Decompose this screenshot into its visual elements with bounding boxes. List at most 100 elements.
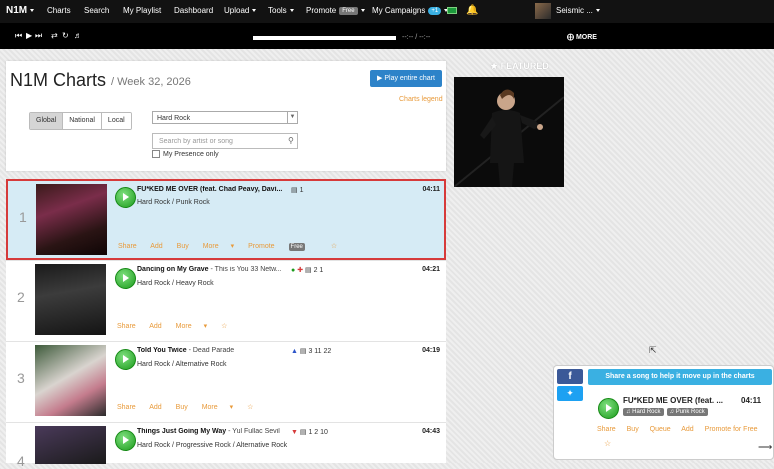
featured-label: FEATURED — [500, 61, 549, 71]
nav-charts[interactable]: Charts — [47, 6, 71, 15]
more-dropdown[interactable]: More ▾ — [203, 243, 234, 250]
tab-national[interactable]: National — [63, 113, 102, 129]
play-entire-chart-button[interactable]: ▶ Play entire chart — [370, 70, 442, 87]
song-title[interactable]: Told You Twice - Dead Parade — [137, 347, 234, 354]
stats-value: 3 11 22 — [308, 348, 332, 355]
star-icon[interactable]: ☆ — [221, 323, 227, 330]
add-link[interactable]: Add — [150, 243, 162, 250]
play-button[interactable] — [115, 268, 136, 289]
star-icon[interactable]: ☆ — [247, 404, 253, 411]
prev-icon[interactable]: ⏮ — [15, 31, 22, 41]
chart-row[interactable]: 4 Things Just Going My Way - Yul Fullac … — [6, 422, 446, 469]
queue-link[interactable]: Queue — [650, 426, 671, 433]
chart-row[interactable]: 2 Dancing on My Grave - This is You 33 N… — [6, 260, 446, 341]
genre-tag[interactable]: ♫ Hard Rock — [623, 408, 664, 416]
play-button[interactable] — [115, 430, 136, 451]
cover-art[interactable] — [35, 426, 106, 464]
more-label: More — [201, 404, 218, 411]
top-navbar: N1M Charts Search My Playlist Dashboard … — [0, 0, 774, 23]
bell-icon[interactable]: 🔔 — [466, 5, 478, 16]
promote-link[interactable]: Promote Free — [248, 243, 317, 251]
chart-icon: ▤ — [299, 429, 307, 436]
cover-art[interactable] — [35, 345, 106, 416]
repeat-icon[interactable]: ↻ — [62, 31, 69, 40]
scope-tabs: Global National Local — [29, 112, 132, 130]
add-link[interactable]: Add — [149, 404, 161, 411]
song-title[interactable]: Things Just Going My Way - Yul Fullac Se… — [137, 428, 280, 435]
play-button[interactable] — [115, 187, 136, 208]
share-link[interactable]: Share — [118, 243, 137, 250]
brand-label: N1M — [6, 5, 28, 16]
genre-tag[interactable]: ♫ Punk Rock — [666, 408, 708, 416]
more-label: More — [202, 243, 219, 250]
star-icon[interactable]: ☆ — [604, 439, 611, 448]
play-button[interactable] — [115, 349, 136, 370]
nav-my-playlist[interactable]: My Playlist — [123, 6, 161, 15]
stats-value: 2 1 — [313, 267, 324, 274]
featured-image[interactable] — [454, 77, 564, 187]
song-title[interactable]: Dancing on My Grave - This is You 33 Net… — [137, 266, 282, 273]
tab-local[interactable]: Local — [101, 113, 131, 129]
country-flag-icon[interactable] — [447, 7, 457, 14]
presence-checkbox[interactable] — [152, 150, 160, 158]
buy-link[interactable]: Buy — [176, 404, 188, 411]
chevron-down-icon — [289, 9, 294, 13]
featured-heading: ★ FEATURED — [490, 61, 549, 71]
search-input[interactable] — [152, 133, 298, 149]
buy-link[interactable]: Buy — [177, 243, 189, 250]
nav-tools[interactable]: Tools — [268, 6, 294, 15]
chart-icon: ▤ — [305, 267, 312, 274]
shuffle-icon[interactable]: ⇄ — [51, 31, 58, 40]
chart-row[interactable]: 1 FU*KED ME OVER (feat. Chad Peavy, Davi… — [6, 179, 446, 260]
genre-selected-value: Hard Rock — [157, 115, 191, 122]
genre-select[interactable]: Hard Rock ▼ — [152, 111, 298, 124]
share-link[interactable]: Share — [117, 323, 136, 330]
more-dropdown[interactable]: More ▾ — [176, 323, 207, 330]
star-icon[interactable]: ☆ — [331, 243, 337, 250]
promote-free-link[interactable]: Promote for Free — [705, 426, 758, 433]
nav-search[interactable]: Search — [84, 6, 109, 15]
progress-bar[interactable] — [253, 36, 396, 40]
user-menu[interactable]: Seismic ... — [556, 6, 600, 15]
buy-link[interactable]: Buy — [627, 426, 639, 433]
cover-art[interactable] — [36, 184, 107, 255]
play-icon[interactable]: ▶ — [26, 31, 32, 40]
arrow-up-icon: ▲ — [291, 348, 298, 355]
share-message-button[interactable]: Share a song to help it move up in the c… — [588, 369, 772, 385]
tab-global[interactable]: Global — [30, 113, 64, 129]
song-stats: ▤ 1 — [291, 186, 303, 194]
facebook-icon[interactable]: f — [557, 369, 583, 384]
nav-promote[interactable]: Promote Free — [306, 6, 365, 15]
row-actions: Share Add Buy More ▾ Promote Free ☆ — [118, 242, 349, 251]
brand-menu[interactable]: N1M — [6, 5, 35, 16]
song-genres: Hard Rock / Punk Rock — [137, 199, 210, 206]
search-icon[interactable]: ⚲ — [288, 136, 294, 145]
nav-dashboard[interactable]: Dashboard — [174, 6, 213, 15]
nav-my-campaigns[interactable]: My Campaigns +1 — [372, 6, 449, 15]
share-link[interactable]: Share — [117, 404, 136, 411]
more-button[interactable]: ⨁ MORE — [567, 33, 597, 41]
stats-value: 1 — [299, 187, 304, 194]
more-label: More — [175, 323, 192, 330]
presence-filter[interactable]: My Presence only — [152, 150, 219, 158]
volume-icon[interactable]: ♬ — [74, 31, 82, 40]
charts-legend-link[interactable]: Charts legend — [399, 96, 443, 103]
share-song-title[interactable]: FU*KED ME OVER (feat. ... — [623, 396, 738, 405]
chart-row[interactable]: 3 Told You Twice - Dead Parade Hard Rock… — [6, 341, 446, 422]
chevron-down-icon — [595, 9, 600, 13]
add-link[interactable]: Add — [149, 323, 161, 330]
nav-upload[interactable]: Upload — [224, 6, 257, 15]
play-entire-label: Play entire chart — [384, 75, 435, 82]
share-link[interactable]: Share — [597, 426, 616, 433]
arrow-right-icon[interactable]: ⟶ — [758, 442, 772, 453]
add-link[interactable]: Add — [681, 426, 693, 433]
more-dropdown[interactable]: More ▾ — [202, 404, 233, 411]
song-title[interactable]: FU*KED ME OVER (feat. Chad Peavy, Davi..… — [137, 186, 282, 193]
next-icon[interactable]: ⏭ — [35, 31, 42, 41]
cover-art[interactable] — [35, 264, 106, 335]
twitter-icon[interactable]: ✦ — [557, 386, 583, 401]
avatar[interactable] — [535, 3, 551, 19]
play-button[interactable] — [598, 398, 619, 419]
genre-tag-label: Hard Rock — [632, 409, 661, 415]
rank-number: 2 — [17, 289, 25, 305]
